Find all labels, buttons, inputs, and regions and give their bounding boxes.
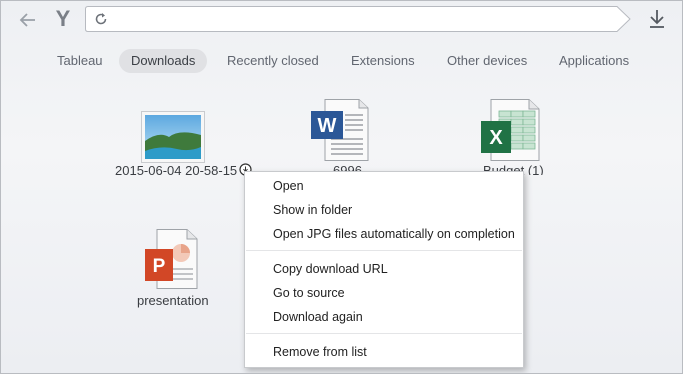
- menu-separator: [246, 250, 522, 251]
- download-item-image[interactable]: 2015-06-04 20-58-15: [111, 109, 251, 181]
- toolbar: Y: [1, 1, 682, 39]
- excel-file-icon: X: [477, 99, 541, 161]
- svg-text:X: X: [489, 127, 503, 149]
- file-name: 2015-06-04 20-58-15: [115, 163, 238, 178]
- browser-window: Y Tableau Downloads Recently closed Exte…: [0, 0, 683, 374]
- menu-item-go-to-source[interactable]: Go to source: [245, 282, 523, 304]
- tab-downloads[interactable]: Downloads: [119, 49, 208, 73]
- word-file-icon: W: [309, 99, 369, 161]
- tab-extensions[interactable]: Extensions: [339, 49, 427, 73]
- back-arrow-icon[interactable]: [17, 10, 39, 30]
- menu-item-remove-from-list[interactable]: Remove from list: [245, 341, 523, 363]
- download-item-excel[interactable]: X Budget (1): [467, 97, 557, 177]
- browser-logo[interactable]: Y: [53, 7, 73, 31]
- tab-tableau[interactable]: Tableau: [45, 49, 115, 73]
- download-item-powerpoint[interactable]: P presentation: [131, 227, 221, 311]
- download-arrow-icon[interactable]: [647, 8, 667, 30]
- address-bar[interactable]: [85, 6, 631, 32]
- menu-item-download-again[interactable]: Download again: [245, 306, 523, 328]
- reload-icon[interactable]: [94, 12, 108, 26]
- menu-item-show-in-folder[interactable]: Show in folder: [245, 199, 523, 221]
- file-name: presentation: [137, 293, 209, 308]
- context-menu: Open Show in folder Open JPG files autom…: [244, 171, 524, 368]
- menu-separator: [246, 333, 522, 334]
- image-file-icon: [141, 111, 205, 163]
- menu-item-open[interactable]: Open: [245, 175, 523, 197]
- tab-applications[interactable]: Applications: [547, 49, 641, 73]
- tab-other-devices[interactable]: Other devices: [435, 49, 539, 73]
- menu-item-copy-download-url[interactable]: Copy download URL: [245, 258, 523, 280]
- menu-item-open-jpg-automatically[interactable]: Open JPG files automatically on completi…: [245, 223, 523, 245]
- svg-text:P: P: [153, 256, 166, 277]
- tab-recently-closed[interactable]: Recently closed: [215, 49, 331, 73]
- download-item-word[interactable]: W 6996: [303, 97, 383, 177]
- powerpoint-file-icon: P: [143, 229, 199, 289]
- svg-text:W: W: [318, 115, 337, 137]
